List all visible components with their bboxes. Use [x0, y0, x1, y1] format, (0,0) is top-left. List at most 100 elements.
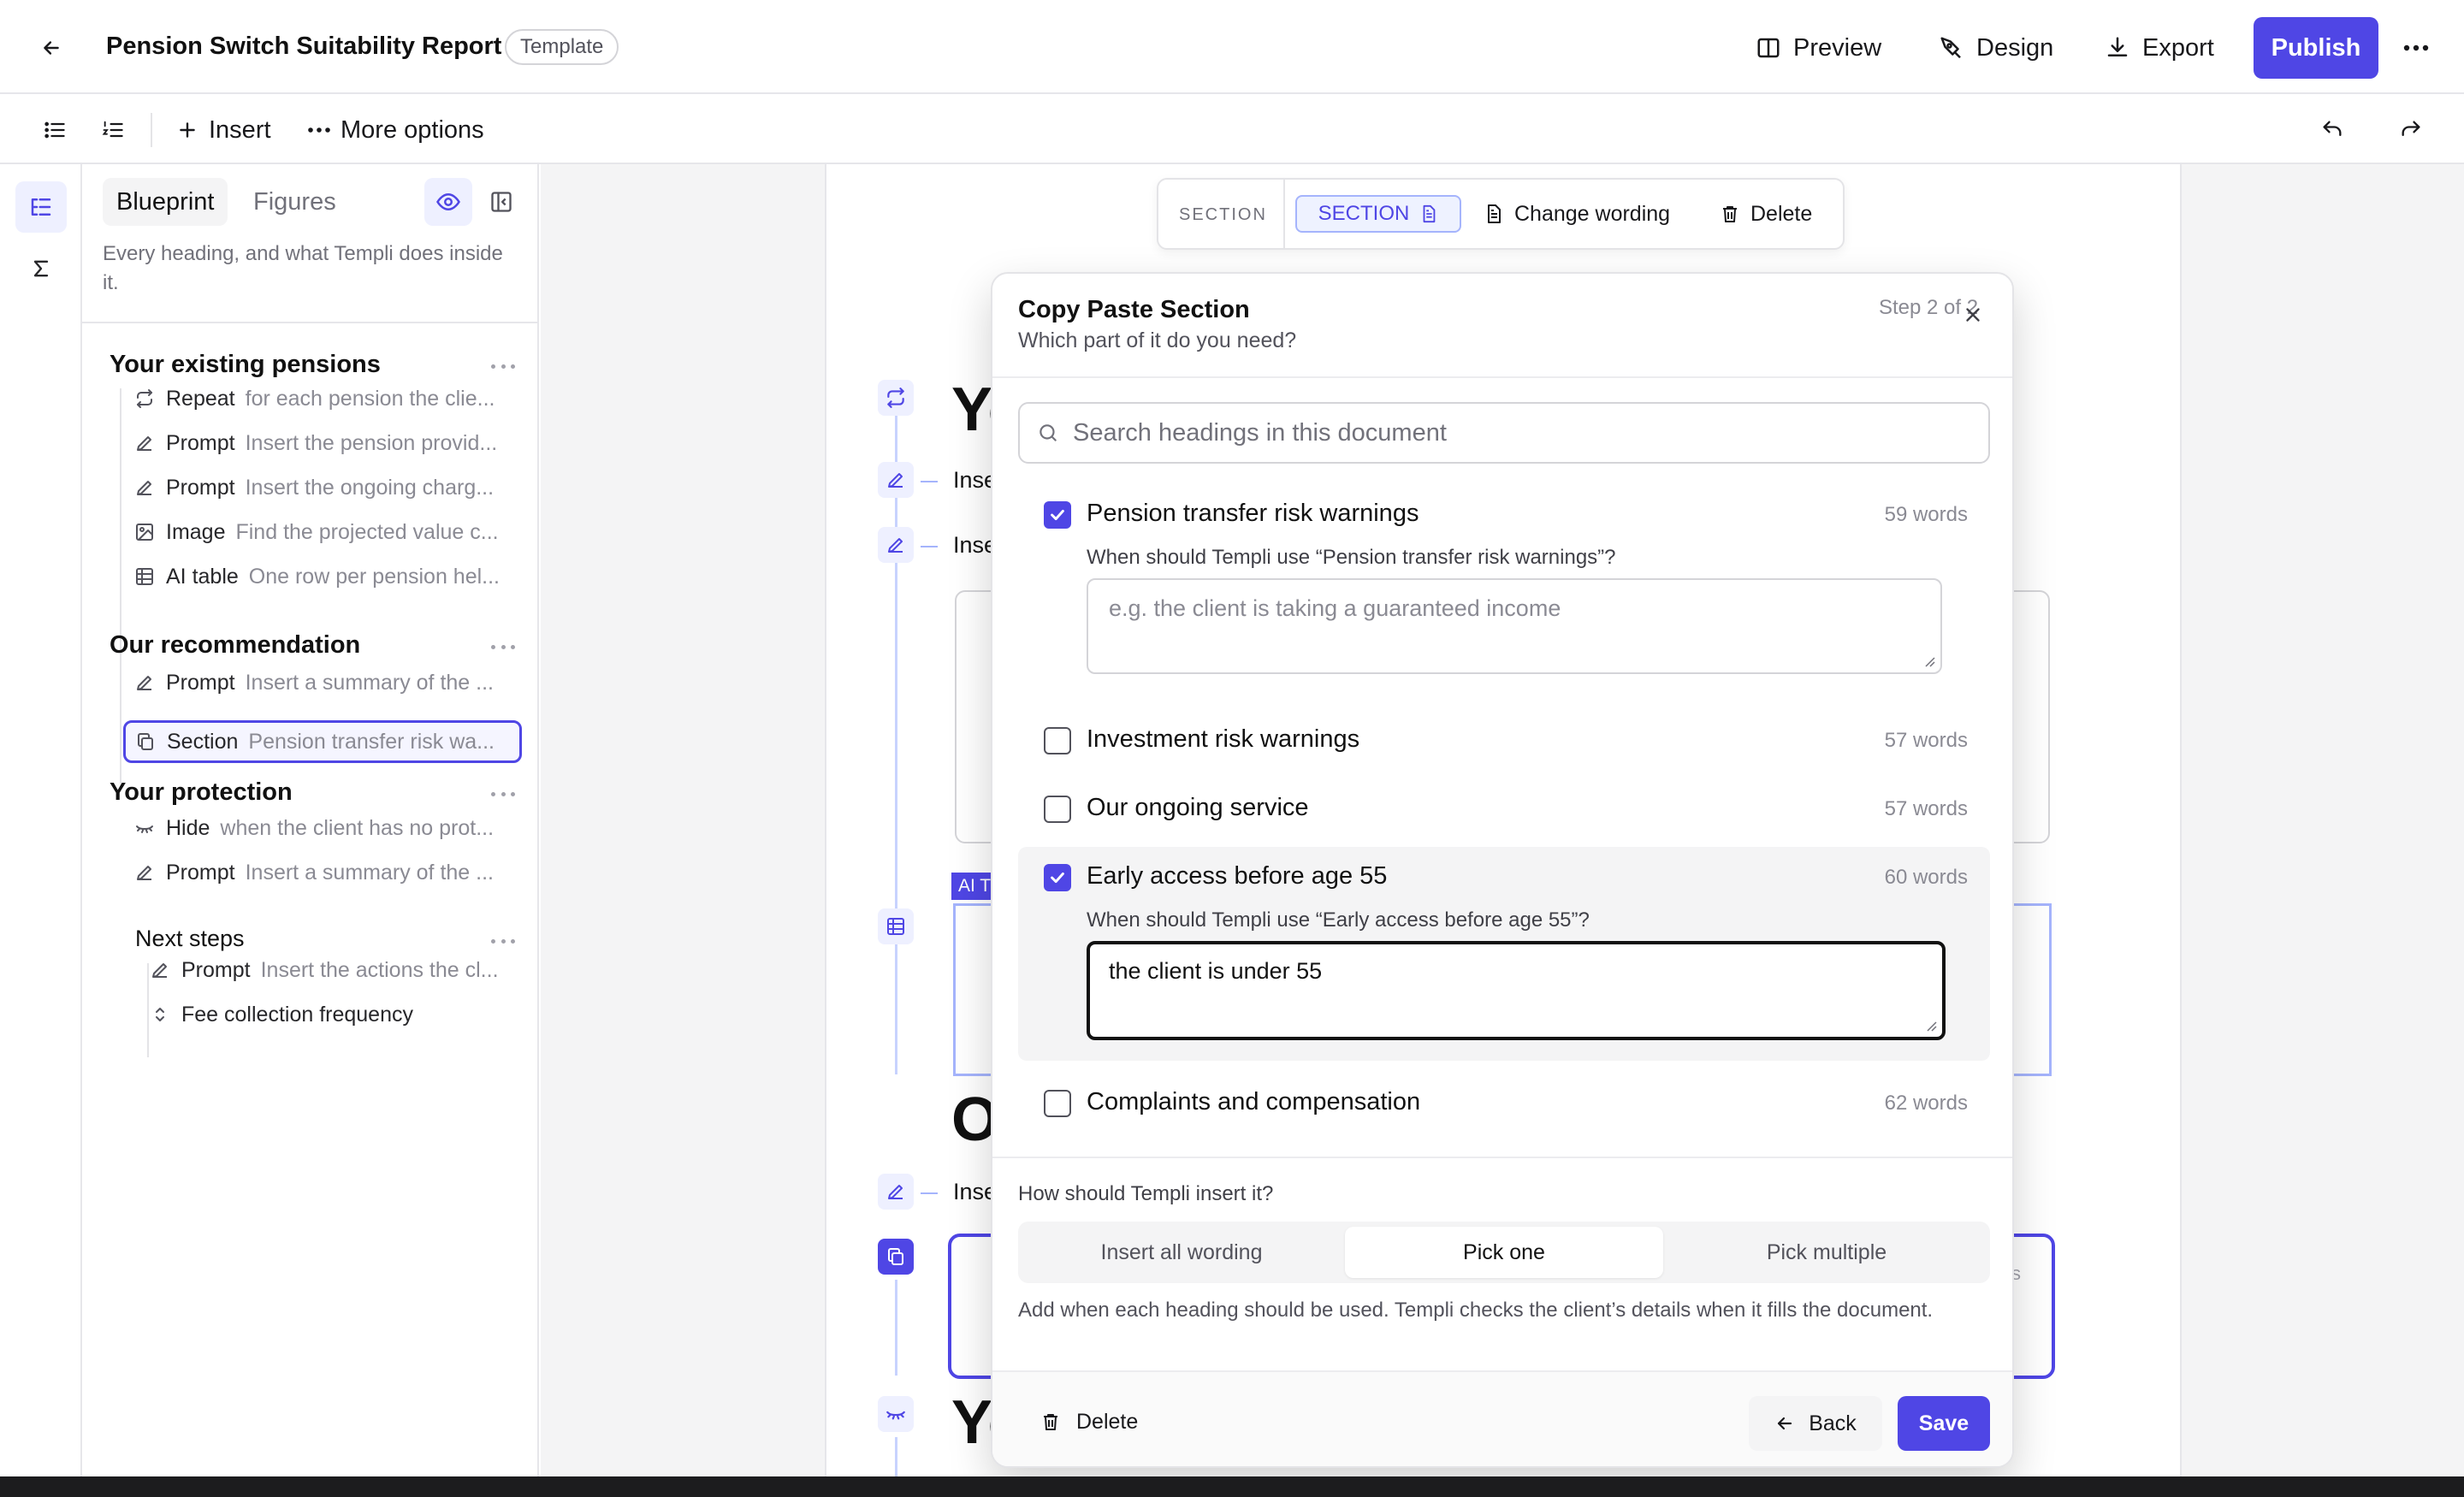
option-label[interactable]: Complaints and compensation: [1087, 1088, 1420, 1116]
numbered-list-icon[interactable]: [96, 113, 130, 147]
more-dots-icon: [308, 127, 330, 133]
insert-label: Insert: [209, 115, 271, 144]
blueprint-item[interactable]: Prompt Insert the ongoing charg...: [133, 467, 518, 508]
save-button[interactable]: Save: [1898, 1396, 1990, 1451]
back-arrow-icon[interactable]: [34, 31, 68, 65]
redo-icon[interactable]: [2394, 113, 2428, 147]
dialog-divider: [992, 376, 2012, 378]
blueprint-panel: Blueprint Figures Every heading, and wha…: [82, 164, 539, 1477]
change-wording-button[interactable]: Change wording: [1484, 197, 1670, 231]
delete-button[interactable]: Delete: [1040, 1405, 1138, 1439]
delete-section-button[interactable]: Delete: [1720, 197, 1812, 231]
blueprint-item[interactable]: Repeat for each pension the clie...: [133, 378, 518, 419]
resize-grip-icon[interactable]: [1923, 655, 1935, 667]
textarea-value: the client is under 55: [1109, 958, 1323, 984]
group-title-your-protection[interactable]: Your protection: [110, 778, 293, 807]
item-desc: Insert a summary of the ...: [245, 860, 494, 885]
panel-divider: [82, 322, 537, 323]
item-kind: Prompt: [166, 475, 235, 500]
pencil-icon[interactable]: [878, 1174, 914, 1210]
mode-pick-one[interactable]: Pick one: [1345, 1227, 1663, 1278]
group-title-existing-pensions[interactable]: Your existing pensions: [110, 351, 381, 379]
eye-closed-icon[interactable]: [878, 1396, 914, 1432]
undo-icon[interactable]: [2315, 113, 2349, 147]
repeat-icon[interactable]: [878, 380, 914, 416]
heading-search-input[interactable]: Search headings in this document: [1018, 402, 1990, 464]
back-button[interactable]: Back: [1749, 1396, 1882, 1451]
checkbox-checked[interactable]: [1044, 501, 1071, 529]
condition-textarea[interactable]: e.g. the client is taking a guaranteed i…: [1087, 578, 1942, 674]
outline-icon[interactable]: [15, 181, 67, 233]
collapse-panel-icon[interactable]: [484, 185, 518, 219]
blueprint-item[interactable]: AI table One row per pension hel...: [133, 556, 518, 597]
blueprint-item[interactable]: Prompt Insert a summary of the ...: [133, 852, 518, 893]
close-icon[interactable]: [1958, 299, 1988, 330]
design-button[interactable]: Design: [1939, 26, 2053, 70]
eye-icon[interactable]: [424, 178, 472, 226]
item-desc: Insert the actions the cl...: [260, 957, 499, 982]
bottom-edge: [0, 1476, 2464, 1497]
sigma-icon[interactable]: [15, 243, 67, 294]
option-label[interactable]: Our ongoing service: [1087, 794, 1309, 822]
blueprint-item[interactable]: Prompt Insert a summary of the ...: [133, 662, 518, 703]
group-more-icon[interactable]: [491, 363, 515, 370]
group-more-icon[interactable]: [491, 643, 515, 650]
gutter-connector: [921, 1192, 938, 1194]
blueprint-item[interactable]: Hide when the client has no prot...: [133, 808, 518, 849]
publish-button[interactable]: Publish: [2254, 17, 2378, 79]
item-kind: Repeat: [166, 386, 235, 411]
top-header: Pension Switch Suitability Report Templa…: [0, 0, 2464, 94]
option-label[interactable]: Investment risk warnings: [1087, 725, 1359, 754]
section-chip[interactable]: SECTION: [1295, 195, 1461, 233]
checkbox[interactable]: [1044, 727, 1071, 754]
search-placeholder: Search headings in this document: [1073, 418, 1447, 447]
change-wording-label: Change wording: [1514, 201, 1671, 226]
checkbox[interactable]: [1044, 796, 1071, 823]
checkbox[interactable]: [1044, 1090, 1071, 1117]
item-desc: Find the projected value c...: [235, 519, 499, 544]
dialog-title: Copy Paste Section: [1018, 296, 1250, 323]
document-icon: [1488, 204, 1501, 223]
condition-textarea-focused[interactable]: the client is under 55: [1087, 941, 1946, 1040]
insert-button[interactable]: Insert: [176, 113, 271, 147]
item-desc: One row per pension hel...: [248, 564, 500, 589]
option-label[interactable]: Pension transfer risk warnings: [1087, 500, 1419, 528]
tab-figures[interactable]: Figures: [240, 178, 350, 226]
bullet-list-icon[interactable]: [38, 113, 72, 147]
image-icon: [133, 521, 156, 543]
copy-icon: [134, 731, 157, 753]
mode-pick-multiple[interactable]: Pick multiple: [1668, 1227, 1985, 1278]
tab-blueprint[interactable]: Blueprint: [103, 178, 228, 226]
pencil-icon[interactable]: [878, 462, 914, 498]
table-icon[interactable]: [878, 908, 914, 944]
item-desc: Insert the pension provid...: [245, 430, 498, 455]
help-text: Add when each heading should be used. Te…: [1018, 1299, 1934, 1322]
word-count: 62 words: [1884, 1092, 1968, 1115]
pencil-icon[interactable]: [878, 527, 914, 563]
plus-icon: [180, 122, 195, 138]
option-label[interactable]: Early access before age 55: [1087, 862, 1387, 891]
resize-grip-icon[interactable]: [1925, 1020, 1937, 1032]
export-button[interactable]: Export: [2105, 26, 2214, 70]
more-options-button[interactable]: More options: [308, 113, 484, 147]
blueprint-item[interactable]: Prompt Insert the pension provid...: [133, 423, 518, 464]
trash-icon: [1044, 1414, 1057, 1430]
group-title-our-recommendation[interactable]: Our recommendation: [110, 631, 360, 660]
more-options-label: More options: [341, 115, 484, 144]
item-kind: Prompt: [166, 670, 235, 695]
insert-mode-label: How should Templi insert it?: [1018, 1182, 1274, 1205]
preview-button[interactable]: Preview: [1756, 26, 1881, 70]
more-horizontal-icon[interactable]: [2401, 33, 2431, 63]
group-more-icon[interactable]: [491, 790, 515, 797]
blueprint-item-selected[interactable]: Section Pension transfer risk wa...: [123, 720, 522, 763]
blueprint-item[interactable]: Image Find the projected value c...: [133, 512, 518, 553]
mode-insert-all[interactable]: Insert all wording: [1023, 1227, 1340, 1278]
blueprint-item[interactable]: Fee collection frequency: [149, 994, 518, 1035]
copy-icon[interactable]: [878, 1239, 914, 1275]
blueprint-item[interactable]: Prompt Insert the actions the cl...: [149, 950, 518, 991]
pencil-icon: [133, 432, 156, 454]
checkbox-checked[interactable]: [1044, 864, 1071, 891]
group-more-icon[interactable]: [491, 938, 515, 944]
group-title-next-steps[interactable]: Next steps: [135, 926, 245, 952]
search-icon: [1040, 424, 1057, 441]
